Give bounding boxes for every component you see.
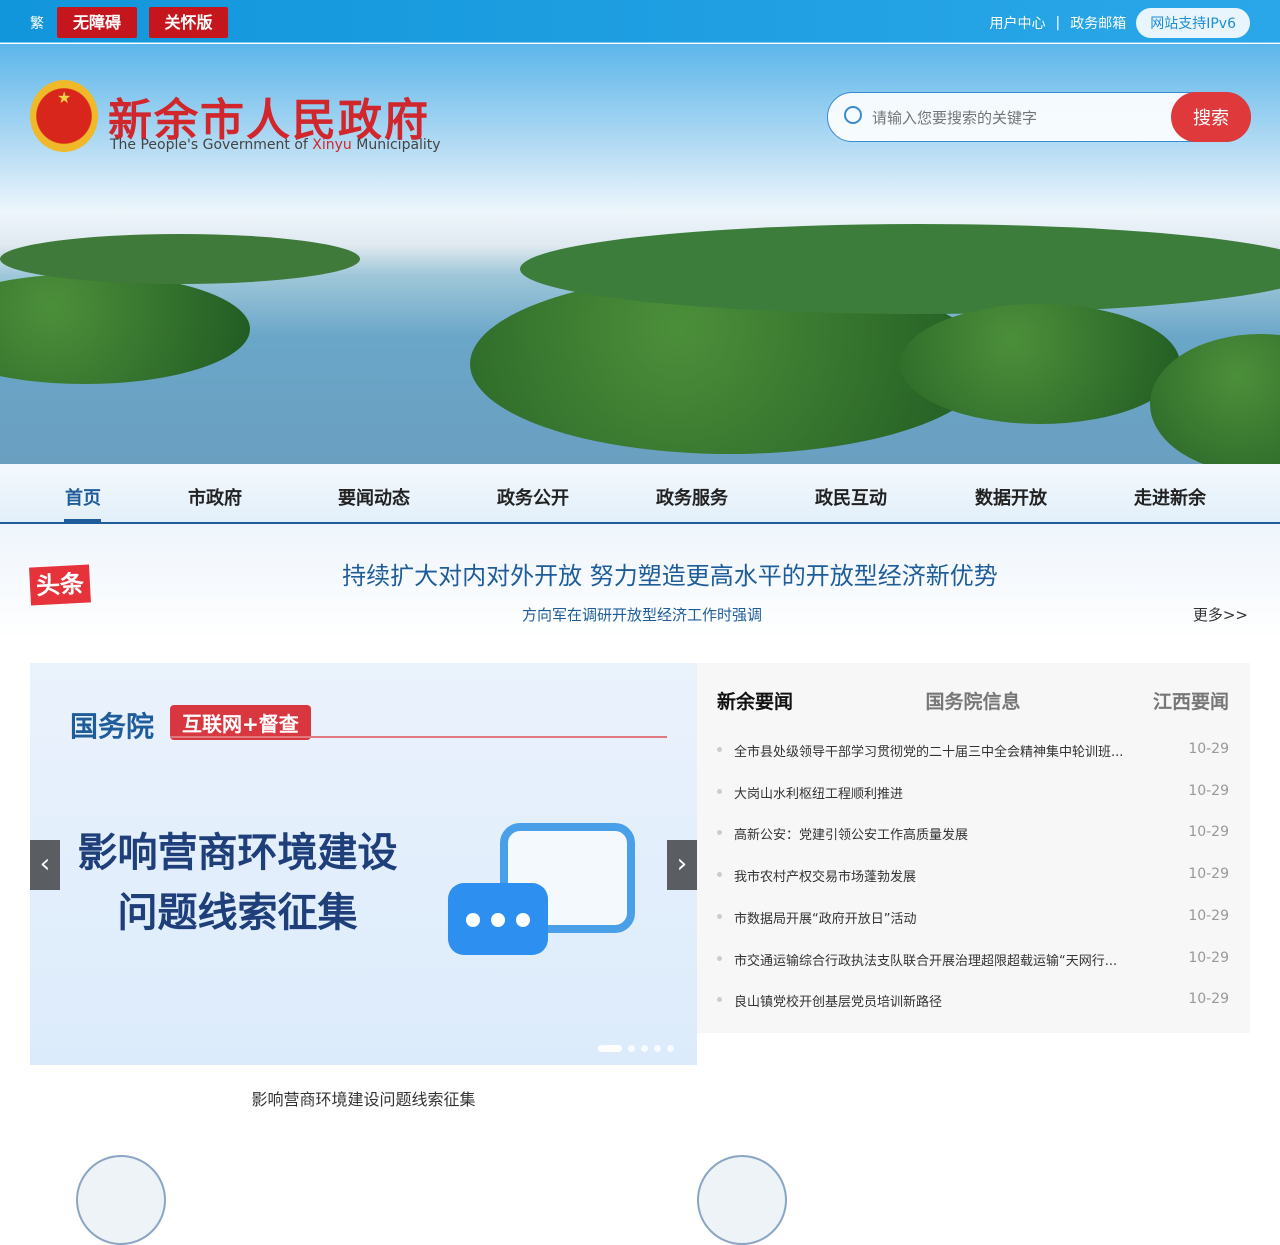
news-date: 10-29 <box>1188 907 1229 924</box>
nav-news[interactable]: 要闻动态 <box>338 484 410 510</box>
gov-mail-link[interactable]: 政务邮箱 <box>1070 13 1126 33</box>
news-item[interactable]: 市数据局开展“政府开放日”活动 10-29 <box>717 908 1229 928</box>
ipv6-badge[interactable]: 网站支持IPv6 <box>1136 8 1250 38</box>
divider <box>170 736 667 738</box>
news-title[interactable]: 高新公安：党建引领公安工作高质量发展 <box>734 824 1164 843</box>
carousel-dot[interactable] <box>667 1045 674 1052</box>
tab-state-council-info[interactable]: 国务院信息 <box>925 687 1020 714</box>
carousel-next-button[interactable]: › <box>667 840 697 890</box>
news-title[interactable]: 大岗山水利枢纽工程顺利推进 <box>734 783 1164 802</box>
news-item[interactable]: 我市农村产权交易市场蓬勃发展 10-29 <box>717 866 1229 886</box>
news-title[interactable]: 我市农村产权交易市场蓬勃发展 <box>734 866 1164 885</box>
news-title[interactable]: 市数据局开展“政府开放日”活动 <box>734 908 1164 927</box>
nav-city-government[interactable]: 市政府 <box>188 484 242 510</box>
main-nav: 首页 市政府 要闻动态 政务公开 政务服务 政民互动 数据开放 走进新余 <box>0 464 1280 524</box>
search-box: 搜索 <box>827 92 1251 142</box>
nav-gov-affairs-open[interactable]: 政务公开 <box>497 484 569 510</box>
news-date: 10-29 <box>1188 741 1229 757</box>
news-title[interactable]: 全市县处级领导干部学习贯彻党的二十届三中全会精神集中轮训班... <box>734 741 1164 760</box>
carousel-dots <box>598 1045 674 1052</box>
service-icon[interactable] <box>76 1155 166 1245</box>
search-input[interactable] <box>872 105 1162 131</box>
search-icon <box>844 106 862 124</box>
national-emblem-logo: ★ <box>30 80 98 152</box>
nav-about-xinyu[interactable]: 走进新余 <box>1134 484 1206 510</box>
news-date: 10-29 <box>1188 991 1229 1008</box>
carousel-prev-button[interactable]: ‹ <box>30 840 60 890</box>
news-item[interactable]: 高新公安：党建引领公安工作高质量发展 10-29 <box>717 824 1229 844</box>
carousel-dot[interactable] <box>654 1045 661 1052</box>
banner-org: 国务院 <box>70 710 155 743</box>
site-subtitle: The People's Government of Xinyu Municip… <box>110 137 441 153</box>
care-mode-button[interactable]: 关怀版 <box>149 7 228 38</box>
news-item[interactable]: 全市县处级领导干部学习贯彻党的二十届三中全会精神集中轮训班... 10-29 <box>717 741 1229 761</box>
service-icon[interactable] <box>697 1155 787 1245</box>
news-title[interactable]: 良山镇党校开创基层党员培训新路径 <box>734 991 1164 1010</box>
bullet-icon <box>717 788 722 794</box>
news-date: 10-29 <box>1188 949 1229 966</box>
nav-home[interactable]: 首页 <box>65 484 101 510</box>
bullet-icon <box>717 955 722 961</box>
carousel-caption[interactable]: 影响营商环境建设问题线索征集 <box>30 1086 697 1110</box>
chat-dots-icon <box>448 883 548 955</box>
headline-subtitle[interactable]: 方向军在调研开放型经济工作时强调 <box>0 604 1280 625</box>
separator: | <box>1055 15 1061 31</box>
tab-jiangxi-news[interactable]: 江西要闻 <box>1153 687 1229 714</box>
tab-xinyu-news[interactable]: 新余要闻 <box>717 687 793 714</box>
news-item[interactable]: 大岗山水利枢纽工程顺利推进 10-29 <box>717 783 1229 803</box>
accessibility-button[interactable]: 无障碍 <box>57 7 137 38</box>
news-date: 10-29 <box>1188 782 1229 799</box>
carousel-dot[interactable] <box>598 1045 622 1052</box>
news-title[interactable]: 市交通运输综合行政执法支队联合开展治理超限超载运输“天网行... <box>734 950 1164 969</box>
banner-tag: 互联网+督查 <box>170 705 311 740</box>
banner-headline: 影响营商环境建设 问题线索征集 <box>77 830 398 936</box>
news-date: 10-29 <box>1188 824 1229 841</box>
nav-interaction[interactable]: 政民互动 <box>815 484 887 510</box>
headline-title[interactable]: 持续扩大对内对外开放 努力塑造更高水平的开放型经济新优势 <box>0 556 1280 591</box>
user-center-link[interactable]: 用户中心 <box>990 13 1046 33</box>
news-date: 10-29 <box>1188 866 1229 883</box>
nav-open-data[interactable]: 数据开放 <box>975 484 1047 510</box>
carousel-dot[interactable] <box>628 1045 635 1052</box>
bullet-icon <box>717 747 722 752</box>
bullet-icon <box>717 872 722 878</box>
traditional-chinese-toggle[interactable]: 繁 <box>30 13 44 33</box>
bullet-icon <box>717 913 722 919</box>
news-panel: 新余要闻 国务院信息 江西要闻 全市县处级领导干部学习贯彻党的二十届三中全会精神… <box>697 663 1250 1033</box>
nav-gov-services[interactable]: 政务服务 <box>656 484 728 510</box>
search-button[interactable]: 搜索 <box>1171 92 1251 142</box>
carousel-slide[interactable]: 国务院 互联网+督查 影响营商环境建设 问题线索征集 <box>30 663 697 1065</box>
top-bar: 繁 无障碍 关怀版 用户中心 | 政务邮箱 网站支持IPv6 <box>0 0 1280 43</box>
bullet-icon <box>717 830 722 836</box>
bullet-icon <box>717 997 722 1003</box>
news-item[interactable]: 市交通运输综合行政执法支队联合开展治理超限超载运输“天网行... 10-29 <box>717 950 1229 970</box>
more-link[interactable]: 更多>> <box>1193 604 1248 625</box>
carousel-dot[interactable] <box>641 1045 648 1052</box>
news-item[interactable]: 良山镇党校开创基层党员培训新路径 10-29 <box>717 991 1229 1011</box>
